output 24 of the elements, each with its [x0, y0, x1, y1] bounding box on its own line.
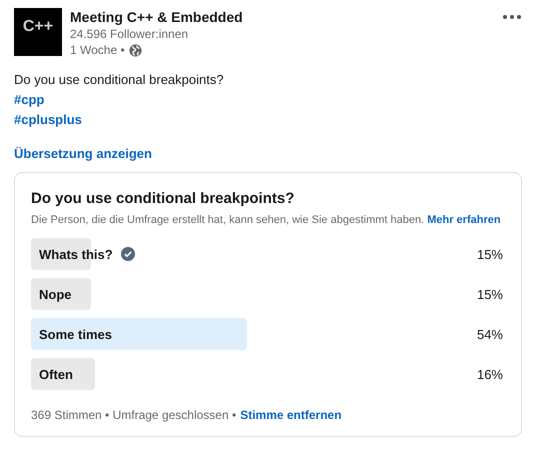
follower-count: 24.596 Follower:innen — [70, 26, 190, 42]
percent-text: 16% — [476, 366, 504, 382]
post-text: Do you use conditional breakpoints? — [14, 71, 224, 89]
hashtag-link[interactable]: #cplusplus — [14, 110, 82, 130]
company-logo[interactable]: C++ — [14, 8, 62, 56]
vote-summary: 369 Stimmen • Umfrage geschlossen • — [31, 408, 236, 422]
percent-text: 15% — [476, 286, 504, 302]
percent-text: 15% — [476, 246, 504, 262]
remove-vote-link[interactable]: Stimme entfernen — [240, 408, 342, 422]
more-options-icon[interactable] — [502, 14, 522, 20]
option-label: Nope — [39, 286, 72, 302]
option-label: Often — [39, 366, 73, 382]
option-label: Whats this? — [39, 246, 113, 262]
learn-more-link[interactable]: Mehr erfahren — [427, 214, 501, 226]
hashtag-link[interactable]: #cpp — [14, 90, 44, 110]
post-time: 1 Woche • — [70, 42, 125, 58]
globe-icon — [128, 44, 142, 56]
poll-question: Do you use conditional breakpoints? — [31, 189, 296, 209]
author-name[interactable]: Meeting C++ & Embedded — [70, 8, 494, 26]
check-icon — [120, 247, 135, 261]
option-label: Some times — [39, 326, 112, 342]
percent-text: 54% — [476, 326, 504, 342]
translation-link[interactable]: Übersetzung anzeigen — [14, 144, 152, 164]
poll-notice: Die Person, die die Umfrage erstellt hat, kann sehen, wie Sie abgestimmt haben. Mehr erfahren — [31, 213, 502, 228]
